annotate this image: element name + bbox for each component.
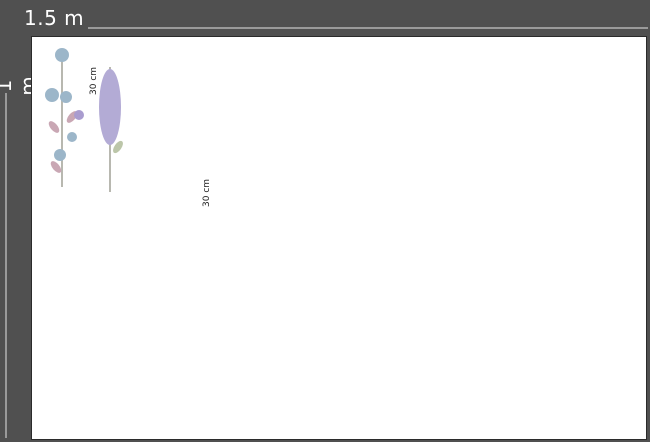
width-dimension-line [88,27,648,29]
flower-stickers-artwork [45,48,125,192]
width-dimension-label: 1.5 m [24,6,85,30]
wall-sticker-sheet: 30 cm 30 cm [31,36,647,440]
blue-forget-me-not-sprig [45,48,84,187]
height-dimension-line [5,93,7,438]
size-marker-label-b: 30 cm [202,178,212,207]
purple-lavender-stem [99,67,125,192]
size-marker-label-a: 30 cm [89,66,99,95]
